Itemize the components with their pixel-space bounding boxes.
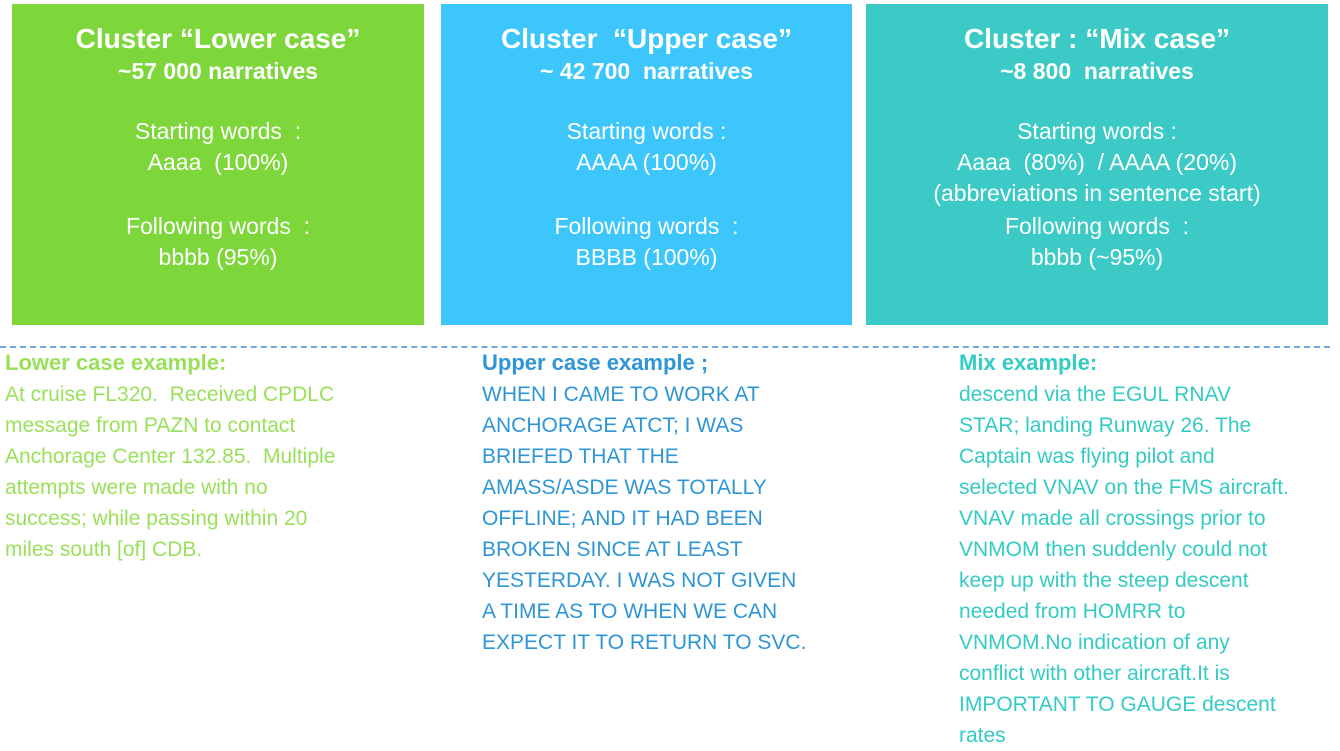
example-line: conflict with other aircraft.It is: [959, 662, 1230, 685]
example-line: needed from HOMRR to: [959, 600, 1186, 623]
example-line: EXPECT IT TO RETURN TO SVC.: [482, 631, 807, 654]
starting-words-value: Aaaa (100%): [147, 149, 289, 175]
mix-case-example: Mix example: descend via the EGUL RNAV S…: [959, 347, 1339, 751]
example-line: rates: [959, 724, 1006, 747]
starting-words-label: Starting words :: [134, 118, 302, 144]
starting-words-value: Aaaa (80%) / AAAA (20%): [957, 149, 1237, 175]
example-line: miles south [of] CDB.: [5, 538, 203, 561]
example-line: descend via the EGUL RNAV: [959, 383, 1231, 406]
example-line: ANCHORAGE ATCT; I WAS: [482, 414, 744, 437]
example-line: Captain was flying pilot and: [959, 445, 1215, 468]
following-words-value: BBBB (100%): [575, 244, 718, 270]
example-line: At cruise FL320. Received CPDLC: [5, 383, 335, 406]
example-line: keep up with the steep descent: [959, 569, 1249, 592]
cluster-box-lower-case: Cluster “Lower case” ~57 000 narratives …: [12, 4, 424, 325]
cluster-count: ~ 42 700 narratives: [540, 58, 753, 84]
example-line: YESTERDAY. I WAS NOT GIVEN: [482, 569, 797, 592]
example-line: message from PAZN to contact: [5, 414, 296, 437]
example-line: IMPORTANT TO GAUGE descent: [959, 693, 1276, 716]
example-line: OFFLINE; AND IT HAD BEEN: [482, 507, 763, 530]
example-line: VNMOM.No indication of any: [959, 631, 1230, 654]
cluster-count: ~8 800 narratives: [1000, 58, 1194, 84]
example-heading: Lower case example:: [5, 350, 227, 375]
example-line: success; while passing within 20: [5, 507, 308, 530]
example-line: selected VNAV on the FMS aircraft.: [959, 476, 1289, 499]
cluster-title: Cluster “Lower case”: [75, 23, 361, 54]
starting-words-value: AAAA (100%): [576, 149, 717, 175]
example-line: VNMOM then suddenly could not: [959, 538, 1268, 561]
cluster-count: ~57 000 narratives: [117, 58, 319, 84]
example-line: AMASS/ASDE WAS TOTALLY: [482, 476, 767, 499]
starting-words-label: Starting words :: [566, 118, 727, 144]
cluster-title: Cluster : “Mix case”: [963, 23, 1231, 54]
following-words-label: Following words :: [554, 213, 739, 239]
example-line: A TIME AS TO WHEN WE CAN: [482, 600, 778, 623]
cluster-box-upper-case: Cluster “Upper case” ~ 42 700 narratives…: [441, 4, 852, 325]
cluster-box-mix-case: Cluster : “Mix case” ~8 800 narratives S…: [866, 4, 1328, 325]
following-words-label: Following words :: [1004, 213, 1190, 239]
upper-case-example: Upper case example ; WHEN I CAME TO WORK…: [482, 347, 942, 658]
example-line: Anchorage Center 132.85. Multiple: [5, 445, 336, 468]
example-heading: Upper case example ;: [482, 350, 709, 375]
example-heading: Mix example:: [959, 350, 1098, 375]
example-line: BRIEFED THAT THE: [482, 445, 679, 468]
starting-words-note: (abbreviations in sentence start): [933, 180, 1261, 206]
following-words-value: bbbb (~95%): [1030, 244, 1164, 270]
example-line: BROKEN SINCE AT LEAST: [482, 538, 743, 561]
example-line: attempts were made with no: [5, 476, 268, 499]
following-words-label: Following words :: [125, 213, 311, 239]
following-words-value: bbbb (95%): [158, 244, 278, 270]
lower-case-example: Lower case example: At cruise FL320. Rec…: [5, 347, 455, 565]
example-line: WHEN I CAME TO WORK AT: [482, 383, 760, 406]
starting-words-label: Starting words :: [1017, 118, 1177, 144]
example-line: VNAV made all crossings prior to: [959, 507, 1266, 530]
example-line: STAR; landing Runway 26. The: [959, 414, 1252, 437]
cluster-title: Cluster “Upper case”: [501, 23, 792, 54]
